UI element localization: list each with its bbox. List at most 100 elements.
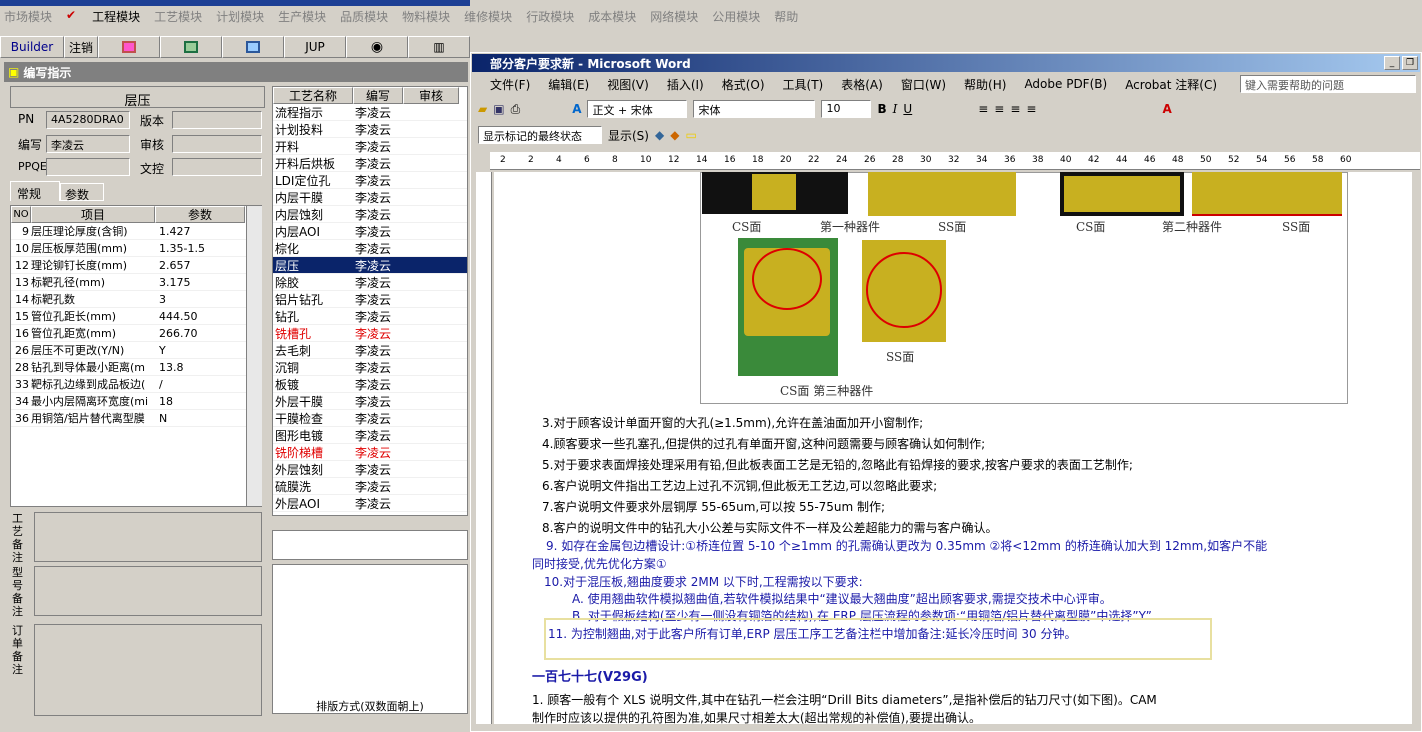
table-row[interactable]: 28 钻孔到导体最小距离(m 13.8 bbox=[11, 359, 261, 376]
pn-field[interactable]: 4A5280DRA0 bbox=[46, 111, 130, 129]
builder-button[interactable]: Builder bbox=[0, 36, 64, 58]
table-row[interactable]: 12 理论铆钉长度(mm) 2.657 bbox=[11, 257, 261, 274]
show-button[interactable]: 显示(S) bbox=[608, 127, 649, 144]
app-menu-item[interactable]: 成本模块 bbox=[588, 8, 636, 25]
param-scroll-thumb[interactable] bbox=[249, 356, 261, 362]
restore-button[interactable]: ❐ bbox=[1402, 56, 1418, 70]
table-row[interactable]: 14 标靶孔数 3 bbox=[11, 291, 261, 308]
tab-general[interactable]: 常规 bbox=[10, 181, 60, 201]
app-menu-item[interactable]: 行政模块 bbox=[526, 8, 574, 25]
print-icon[interactable]: ⎙ bbox=[511, 102, 521, 117]
word-menu-item[interactable]: 表格(A) bbox=[841, 76, 883, 93]
process-row[interactable]: 铣阶梯槽 李凌云 bbox=[273, 444, 467, 461]
note-field[interactable] bbox=[34, 566, 262, 616]
align-right-icon[interactable]: ≡ bbox=[1010, 102, 1020, 116]
version-field[interactable] bbox=[172, 111, 262, 129]
editor-field[interactable]: 李凌云 bbox=[46, 135, 130, 153]
table-row[interactable]: 36 用铜箔/铝片替代离型膜 N bbox=[11, 410, 261, 427]
process-row[interactable]: 内层AOI 李凌云 bbox=[273, 223, 467, 240]
param-scrollbar[interactable] bbox=[246, 206, 262, 506]
table-row[interactable]: 15 管位孔距长(mm) 444.50 bbox=[11, 308, 261, 325]
style-select[interactable]: 正文 + 宋体 bbox=[587, 100, 688, 118]
process-row[interactable]: 开料 李凌云 bbox=[273, 138, 467, 155]
ppqe-field[interactable] bbox=[46, 158, 130, 176]
font-color-icon[interactable]: A bbox=[1162, 102, 1171, 116]
font-select[interactable]: 宋体 bbox=[693, 100, 816, 118]
markup-select[interactable]: 显示标记的最终状态 bbox=[478, 126, 602, 144]
word-menu-item[interactable]: 格式(O) bbox=[722, 76, 765, 93]
word-menu-item[interactable]: 编辑(E) bbox=[548, 76, 589, 93]
process-row[interactable]: 外层AOI 李凌云 bbox=[273, 495, 467, 512]
word-menu-item[interactable]: Acrobat 注释(C) bbox=[1125, 76, 1217, 93]
app-menu-item[interactable]: 公用模块 bbox=[712, 8, 760, 25]
process-row[interactable]: 去毛刺 李凌云 bbox=[273, 342, 467, 359]
tab-params[interactable]: 参数 bbox=[60, 183, 104, 202]
accept-icon[interactable]: ◆ bbox=[655, 128, 664, 142]
jup-button[interactable]: JUP bbox=[284, 36, 346, 58]
process-row[interactable]: 层压 李凌云 bbox=[273, 257, 467, 274]
app-menu-item[interactable]: 物料模块 bbox=[402, 8, 450, 25]
table-row[interactable]: 9 层压理论厚度(含铜) 1.427 bbox=[11, 223, 261, 240]
app-menu-item[interactable]: 市场模块 bbox=[4, 8, 52, 25]
help-search-input[interactable]: 键入需要帮助的问题 bbox=[1240, 75, 1416, 93]
save-icon[interactable]: ▣ bbox=[493, 102, 504, 116]
size-select[interactable]: 10 bbox=[821, 100, 872, 118]
process-row[interactable]: 除胶 李凌云 bbox=[273, 274, 467, 291]
word-menu-item[interactable]: Adobe PDF(B) bbox=[1024, 77, 1107, 91]
app-menu-item[interactable]: 网络模块 bbox=[650, 8, 698, 25]
process-row[interactable]: 沉铜 李凌云 bbox=[273, 359, 467, 376]
process-row[interactable]: 铣槽孔 李凌云 bbox=[273, 325, 467, 342]
process-row[interactable]: 计划投料 李凌云 bbox=[273, 121, 467, 138]
process-row[interactable]: 外层干膜 李凌云 bbox=[273, 393, 467, 410]
archive-button[interactable]: ▥ bbox=[408, 36, 470, 58]
app-menu-item[interactable]: 计划模块 bbox=[216, 8, 264, 25]
bold-button[interactable]: B bbox=[877, 102, 886, 116]
word-menu-item[interactable]: 文件(F) bbox=[490, 76, 530, 93]
doc-control-field[interactable] bbox=[172, 158, 262, 176]
comment-icon[interactable]: ▭ bbox=[685, 128, 696, 142]
minimize-button[interactable]: _ bbox=[1384, 56, 1400, 70]
table-row[interactable]: 13 标靶孔径(mm) 3.175 bbox=[11, 274, 261, 291]
process-row[interactable]: 开料后烘板 李凌云 bbox=[273, 155, 467, 172]
word-menu-item[interactable]: 帮助(H) bbox=[964, 76, 1006, 93]
process-input[interactable] bbox=[272, 530, 468, 560]
underline-button[interactable]: U bbox=[903, 102, 912, 116]
document-page[interactable]: CS面 第一种器件 SS面 CS面 第二种器件 SS面 SS面 CS面 第三种器件 3.对于顾… bbox=[494, 172, 1412, 724]
reject-icon[interactable]: ◆ bbox=[670, 128, 679, 142]
word-button[interactable] bbox=[222, 36, 284, 58]
table-row[interactable]: 26 层压不可更改(Y/N) Y bbox=[11, 342, 261, 359]
app-menu-item[interactable]: 帮助 bbox=[774, 8, 798, 25]
align-left-icon[interactable]: ≡ bbox=[978, 102, 988, 116]
word-menu-item[interactable]: 插入(I) bbox=[667, 76, 704, 93]
excel-button[interactable] bbox=[160, 36, 222, 58]
process-row[interactable]: 内层干膜 李凌云 bbox=[273, 189, 467, 206]
view-button[interactable]: ◉ bbox=[346, 36, 408, 58]
app-menu-item[interactable]: 工程模块 bbox=[92, 8, 140, 25]
word-menu-item[interactable]: 视图(V) bbox=[607, 76, 649, 93]
process-row[interactable]: 钻孔 李凌云 bbox=[273, 308, 467, 325]
note-field[interactable] bbox=[34, 512, 262, 562]
justify-icon[interactable]: ≡ bbox=[1026, 102, 1036, 116]
powerpoint-button[interactable] bbox=[98, 36, 160, 58]
table-row[interactable]: 33 靶标孔边缘到成品板边(/ bbox=[11, 376, 261, 393]
process-row[interactable]: 内层蚀刻 李凌云 bbox=[273, 206, 467, 223]
process-row[interactable]: 流程指示 李凌云 bbox=[273, 104, 467, 121]
word-menu-item[interactable]: 工具(T) bbox=[783, 76, 824, 93]
review-field[interactable] bbox=[172, 135, 262, 153]
app-menu-item[interactable]: 品质模块 bbox=[340, 8, 388, 25]
word-menu-item[interactable]: 窗口(W) bbox=[901, 76, 946, 93]
table-row[interactable]: 10 层压板厚范围(mm) 1.35-1.5 bbox=[11, 240, 261, 257]
open-icon[interactable]: ▰ bbox=[478, 102, 487, 116]
app-menu-item[interactable]: 工艺模块 bbox=[154, 8, 202, 25]
process-row[interactable]: 铝片钻孔 李凌云 bbox=[273, 291, 467, 308]
note-field[interactable] bbox=[34, 624, 262, 716]
app-menu-item[interactable]: 维修模块 bbox=[464, 8, 512, 25]
italic-button[interactable]: I bbox=[893, 102, 898, 116]
process-row[interactable]: LDI定位孔 李凌云 bbox=[273, 172, 467, 189]
process-row[interactable]: 图形电镀 李凌云 bbox=[273, 427, 467, 444]
process-row[interactable]: 外层蚀刻 李凌云 bbox=[273, 461, 467, 478]
process-row[interactable]: 硫膜洗 李凌云 bbox=[273, 478, 467, 495]
process-row[interactable]: 棕化 李凌云 bbox=[273, 240, 467, 257]
process-row[interactable]: 板镀 李凌云 bbox=[273, 376, 467, 393]
logout-button[interactable]: 注销 bbox=[64, 36, 98, 58]
